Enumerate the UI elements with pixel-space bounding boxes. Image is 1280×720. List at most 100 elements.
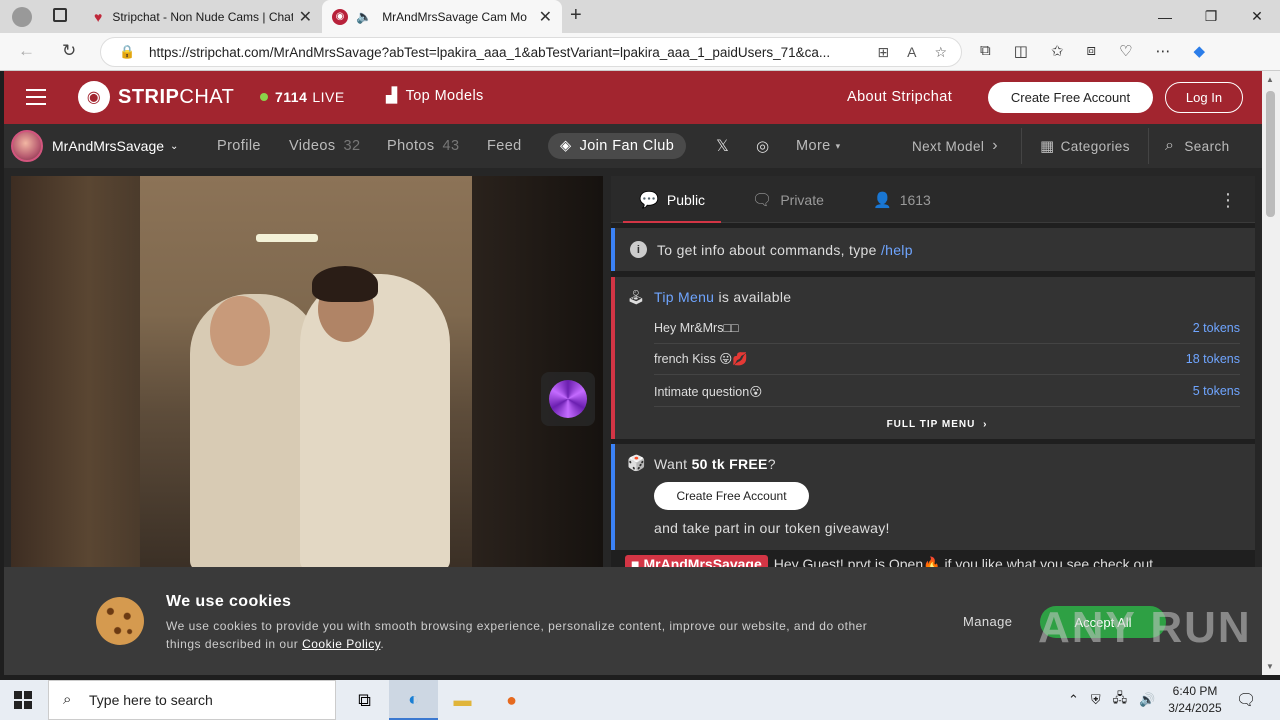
tab-model[interactable]: ◉ 🔈 MrAndMrsSavage Cam Mo ✕: [322, 0, 562, 33]
info-text-label: To get info about commands, type: [657, 241, 877, 258]
settings-more-icon[interactable]: ⋯: [1155, 42, 1170, 60]
divider: [1021, 128, 1022, 164]
grid-icon: ▦: [1040, 138, 1055, 155]
file-explorer-icon[interactable]: ▬: [438, 680, 487, 720]
split-screen-icon[interactable]: ◫: [1014, 42, 1028, 60]
tab-public[interactable]: 💬 Public: [622, 176, 722, 223]
instagram-icon[interactable]: ◎: [756, 124, 770, 168]
about-link[interactable]: About Stripchat: [847, 89, 952, 105]
taskbar-search-box[interactable]: ⌕ Type here to search: [48, 680, 336, 720]
scroll-thumb[interactable]: [1266, 91, 1275, 217]
chat-create-account-button[interactable]: Create Free Account: [654, 482, 809, 510]
login-button[interactable]: Log In: [1165, 82, 1243, 113]
scroll-down-icon[interactable]: ▼: [1266, 662, 1274, 671]
browser-essentials-icon[interactable]: ♡: [1119, 42, 1132, 60]
tip-item[interactable]: Hey Mr&Mrs□□ 2 tokens: [654, 313, 1240, 344]
profile-link[interactable]: Profile: [217, 124, 261, 168]
chat-tabs: 💬 Public 🗨 Private 👤 1613 ⋮: [611, 176, 1255, 223]
cookie-policy-link[interactable]: Cookie Policy: [302, 637, 380, 651]
model-avatar-wrap[interactable]: [11, 124, 43, 168]
feed-link[interactable]: Feed: [487, 124, 522, 168]
tab-private[interactable]: 🗨 Private: [752, 176, 824, 223]
windows-start-icon[interactable]: [14, 691, 32, 709]
join-fan-club-button[interactable]: ◈ Join Fan Club: [548, 133, 687, 159]
tip-menu-heading: Tip Menu is available: [654, 289, 791, 305]
speaker-icon[interactable]: 🔈: [356, 9, 372, 25]
tab-stripchat[interactable]: ♥ Stripchat - Non Nude Cams | Chat ✕: [84, 0, 322, 33]
full-tip-menu-label: FULL TIP MENU: [886, 419, 976, 430]
video-player[interactable]: [11, 176, 603, 571]
manage-cookies-button[interactable]: Manage: [963, 614, 1012, 629]
tip-item[interactable]: Intimate question😮 5 tokens: [654, 376, 1240, 407]
apps-icon[interactable]: ⊞: [877, 44, 889, 61]
heart-icon: ♥: [94, 8, 103, 25]
network-icon[interactable]: 🖧: [1113, 689, 1128, 711]
free-suffix: ?: [767, 456, 776, 472]
logo-icon: ◉: [78, 81, 110, 113]
wheel-of-fortune-button[interactable]: [541, 372, 595, 426]
create-account-button[interactable]: Create Free Account: [988, 82, 1153, 113]
logo-text-bold: STRIP: [118, 85, 180, 108]
lock-icon[interactable]: 🔒: [119, 44, 135, 60]
videos-link[interactable]: Videos 32: [289, 124, 360, 168]
fortune-wheel-icon: [549, 380, 587, 418]
copilot-icon[interactable]: ◆: [1193, 42, 1205, 60]
window-controls: — ❐ ✕: [1142, 0, 1280, 33]
person-left-head: [210, 296, 270, 366]
stripchat-favicon: ◉: [332, 8, 348, 25]
refresh-icon[interactable]: ↻: [62, 41, 76, 61]
photos-link[interactable]: Photos 43: [387, 124, 459, 168]
categories-link[interactable]: ▦ Categories: [1040, 124, 1130, 168]
ceiling-light: [256, 234, 318, 242]
chevron-up-icon[interactable]: ⌃: [1068, 692, 1079, 708]
clock-date: 3/24/2025: [1168, 701, 1222, 715]
full-tip-menu-link[interactable]: FULL TIP MENU ›: [615, 419, 1259, 430]
security-icon[interactable]: ⛨: [1091, 692, 1101, 708]
close-tab-icon[interactable]: ✕: [539, 7, 552, 27]
hamburger-menu-icon[interactable]: [26, 89, 46, 105]
model-username: MrAndMrsSavage: [52, 138, 165, 154]
edge-icon[interactable]: ◐: [389, 680, 438, 720]
close-tab-icon[interactable]: ✕: [299, 7, 312, 27]
new-tab-button[interactable]: +: [570, 4, 582, 27]
top-models-link[interactable]: ▟ Top Models: [386, 88, 484, 104]
live-counter[interactable]: 7114 LIVE: [260, 89, 345, 105]
help-command[interactable]: /help: [881, 242, 913, 258]
firefox-icon[interactable]: ●: [487, 680, 536, 720]
cookie-banner: We use cookies We use cookies to provide…: [4, 567, 1262, 675]
notification-icon[interactable]: 🗨: [1236, 690, 1256, 710]
volume-icon[interactable]: 🔊: [1139, 692, 1155, 708]
more-dropdown[interactable]: More ▾: [796, 124, 841, 168]
free-tokens-message: 🎲 Want 50 tk FREE? Create Free Account a…: [611, 444, 1255, 550]
next-model-link[interactable]: Next Model ›: [912, 124, 998, 168]
search-link[interactable]: ⌕ Search: [1165, 124, 1230, 168]
read-aloud-icon[interactable]: A: [907, 44, 916, 61]
photos-label: Photos: [387, 138, 435, 154]
tip-item[interactable]: french Kiss 😛💋 18 tokens: [654, 344, 1240, 375]
scroll-up-icon[interactable]: ▲: [1266, 75, 1274, 84]
favorites-icon[interactable]: ✩: [1051, 42, 1064, 60]
task-view-icon[interactable]: ⧉: [340, 680, 389, 720]
back-icon[interactable]: ←: [18, 41, 35, 61]
kebab-menu-icon[interactable]: ⋮: [1219, 190, 1237, 211]
x-twitter-icon[interactable]: 𝕏: [716, 124, 729, 168]
restore-button[interactable]: ❐: [1188, 0, 1234, 33]
tab-actions-icon[interactable]: [53, 8, 67, 22]
stripchat-logo[interactable]: ◉ STRIP CHAT: [78, 81, 234, 113]
url-field[interactable]: 🔒 https://stripchat.com/MrAndMrsSavage?a…: [100, 37, 962, 67]
info-icon: i: [630, 241, 647, 258]
podium-icon: ▟: [386, 88, 398, 104]
page-scrollbar[interactable]: ▲ ▼: [1262, 71, 1280, 675]
extensions-icon[interactable]: ⧉: [980, 42, 991, 60]
tab-viewers[interactable]: 👤 1613: [873, 176, 931, 223]
favorite-star-icon[interactable]: ☆: [934, 44, 947, 61]
live-dot-icon: [260, 93, 268, 101]
video-frame: [140, 176, 472, 571]
minimize-button[interactable]: —: [1142, 0, 1188, 33]
clock[interactable]: 6:40 PM 3/24/2025: [1164, 683, 1226, 717]
profile-icon[interactable]: [12, 7, 32, 27]
model-name-dropdown[interactable]: MrAndMrsSavage ⌄: [52, 124, 179, 168]
close-window-button[interactable]: ✕: [1234, 0, 1280, 33]
tip-menu-link[interactable]: Tip Menu: [654, 289, 714, 305]
collections-icon[interactable]: ⧈: [1086, 42, 1096, 60]
